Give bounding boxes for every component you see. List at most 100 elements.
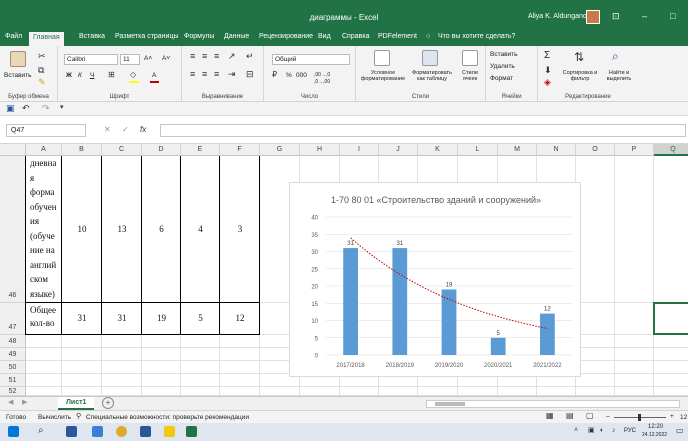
column-header-a[interactable]: A [26,144,62,156]
cell-styles-button[interactable]: Стили ячеек [456,70,484,82]
cell-a46-line[interactable]: дневна [30,158,64,172]
font-name-select[interactable]: Calibri [64,54,118,65]
windows-start-icon[interactable] [8,426,19,437]
next-sheet-icon[interactable]: ▶ [22,399,27,406]
cell-e47[interactable]: 5 [181,313,220,327]
column-header-f[interactable]: F [220,144,260,156]
excel-icon[interactable] [186,426,197,437]
copy-icon[interactable]: ⧉ [38,66,44,75]
tab-review[interactable]: Рецензирование [259,33,313,40]
clear-icon[interactable]: ◈ [544,78,551,87]
column-header-i[interactable]: I [340,144,379,156]
cell-a46-line[interactable]: я [30,173,64,187]
column-header-p[interactable]: P [615,144,654,156]
bold-button[interactable]: Ж [66,72,72,79]
cell-a46-line[interactable]: (обуче [30,231,64,245]
chrome-icon[interactable] [116,426,127,437]
thousands-button[interactable]: 000 [296,72,307,79]
increase-decimal-button[interactable]: ,00→,0 [314,72,330,78]
row-header-46[interactable]: 46 [0,156,26,303]
tab-file[interactable]: Файл [5,33,22,40]
row-header-52[interactable]: 52 [0,387,26,396]
row-header-47[interactable]: 47 [0,303,26,335]
align-middle-icon[interactable]: ≡ [202,52,207,61]
cell-a46-line[interactable]: форма [30,187,64,201]
page-break-view-icon[interactable]: ▢ [586,412,594,420]
tray-volume-icon[interactable]: ◐ [600,427,604,434]
column-header-m[interactable]: M [498,144,537,156]
selected-cell-q47[interactable] [653,302,688,335]
prev-sheet-icon[interactable]: ◀ [8,399,13,406]
tab-data[interactable]: Данные [224,33,249,40]
zoom-slider-thumb[interactable] [638,414,641,421]
column-header-d[interactable]: D [142,144,181,156]
tab-formulas[interactable]: Формулы [184,33,214,40]
currency-icon[interactable]: ₽ [272,71,277,79]
conditional-format-icon[interactable] [374,50,390,66]
cell-b46[interactable]: 10 [62,224,102,238]
insert-cells-button[interactable]: Вставить [490,51,518,58]
horizontal-scrollbar[interactable] [426,400,680,408]
chart[interactable]: 1-70 80 01 «Строительство зданий и соору… [289,182,581,377]
align-right-icon[interactable]: ≡ [214,70,219,79]
format-painter-icon[interactable]: ✎ [38,78,46,87]
redo-icon[interactable]: ↷ [42,104,50,113]
select-all-button[interactable] [0,144,26,156]
cell-a46-line[interactable]: ние на [30,245,64,259]
align-top-icon[interactable]: ≡ [190,52,195,61]
maximize-button[interactable]: □ [670,11,675,21]
sheet-tab-1[interactable]: Лист1 [58,397,95,410]
zoom-level[interactable]: 12 [680,414,687,421]
tab-pdfelement[interactable]: PDFelement [378,33,417,40]
fill-icon[interactable]: ⬇ [544,66,552,75]
cell-e46[interactable]: 4 [181,224,220,238]
column-header-j[interactable]: J [379,144,418,156]
conditional-format-button[interactable]: Условное форматирование [358,70,408,82]
cell-a46-line[interactable]: ском [30,274,64,288]
cell-a46-line[interactable]: ия [30,216,64,230]
sort-filter-button[interactable]: Сортировка и фильтр [560,70,600,82]
cell-a47-line[interactable]: Общее [30,305,64,318]
cell-f47[interactable]: 12 [220,313,260,327]
cell-a47-line[interactable]: кол-во [30,318,64,331]
tab-insert[interactable]: Вставка [79,33,105,40]
delete-cells-button[interactable]: Удалить [490,63,515,70]
sort-filter-icon[interactable]: ⇅ [574,51,584,63]
tray-time[interactable]: 12:20 [648,424,663,430]
format-cells-button[interactable]: Формат [490,75,513,82]
accessibility-status[interactable]: Специальные возможности: проверьте реком… [86,414,249,421]
shrink-font-button[interactable]: A˅ [162,55,170,62]
tray-language[interactable]: РУС [624,428,636,434]
find-icon[interactable]: ⌕ [612,50,619,62]
column-header-k[interactable]: K [418,144,458,156]
zoom-out-button[interactable]: – [606,413,610,420]
word-icon[interactable] [66,426,77,437]
underline-button[interactable]: Ч [90,72,94,79]
align-left-icon[interactable]: ≡ [190,70,195,79]
enter-button[interactable]: ✓ [122,126,129,134]
row-header-49[interactable]: 49 [0,348,26,361]
cell-f46[interactable]: 3 [220,224,260,238]
column-header-n[interactable]: N [537,144,576,156]
cell-a46-line[interactable]: англий [30,260,64,274]
cell-b47[interactable]: 31 [62,313,102,327]
fill-color-icon[interactable]: ◇ [130,71,136,79]
format-as-table-button[interactable]: Форматировать как таблицу [408,70,456,82]
find-select-button[interactable]: Найти и выделить [600,70,638,82]
calculate-button[interactable]: Вычислить [38,414,71,421]
zoom-in-button[interactable]: + [670,413,674,420]
cell-c46[interactable]: 13 [102,224,142,238]
grow-font-button[interactable]: A˄ [144,55,152,62]
horizontal-scroll-thumb[interactable] [435,402,465,406]
formula-input[interactable] [160,124,686,137]
align-bottom-icon[interactable]: ≡ [214,52,219,61]
column-header-e[interactable]: E [181,144,220,156]
column-header-l[interactable]: L [458,144,498,156]
ribbon-display-button[interactable]: ⊡ [612,11,620,22]
paste-button[interactable]: Вставить [4,72,32,79]
normal-view-icon[interactable]: ▦ [546,412,554,420]
column-header-q[interactable]: Q [654,144,688,156]
page-layout-view-icon[interactable]: ▤ [566,412,574,420]
column-header-c[interactable]: C [102,144,142,156]
add-sheet-button[interactable]: + [102,397,114,409]
